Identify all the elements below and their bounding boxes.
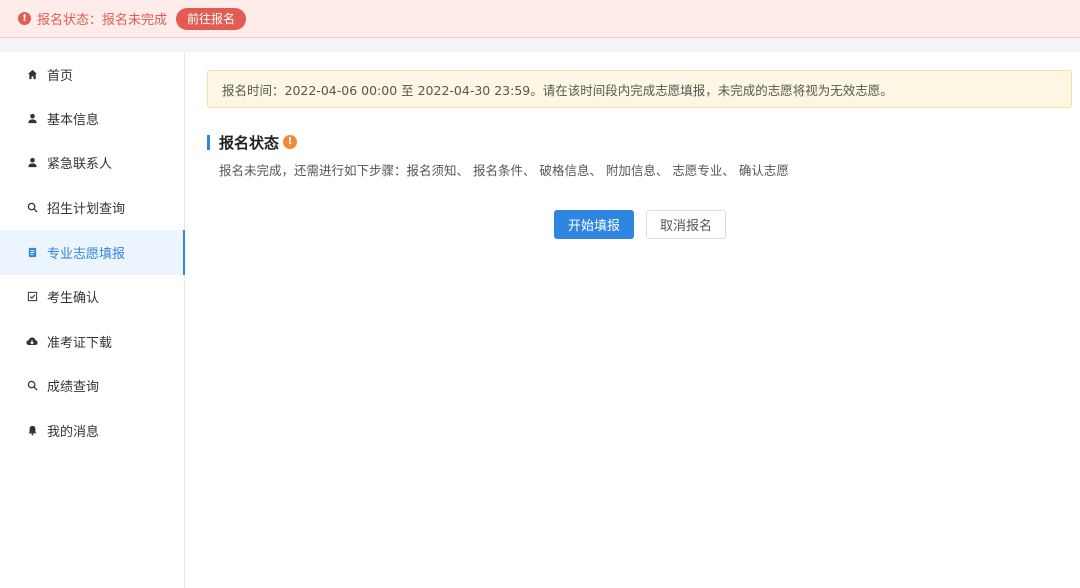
bell-icon	[26, 425, 38, 437]
cloud-download-icon	[26, 336, 38, 348]
start-application-button[interactable]: 开始填报	[554, 210, 634, 239]
section-accent-bar	[207, 135, 210, 150]
top-alert-bar: ! 报名状态：报名未完成 前往报名	[0, 0, 1080, 38]
sidebar-item-basic-info[interactable]: 基本信息	[0, 96, 185, 141]
document-icon	[26, 247, 38, 259]
sidebar-item-label: 我的消息	[47, 425, 100, 440]
sidebar-item-label: 专业志愿填报	[47, 247, 126, 262]
sidebar-item-admission-ticket[interactable]: 准考证下载	[0, 319, 185, 364]
registration-status-text: 报名状态：报名未完成	[37, 13, 168, 28]
home-icon	[26, 69, 38, 81]
exclamation-circle-icon: !	[283, 135, 297, 149]
sidebar-item-label: 考生确认	[47, 291, 100, 306]
sidebar-item-emergency-contact[interactable]: 紧急联系人	[0, 140, 185, 185]
cancel-registration-button[interactable]: 取消报名	[646, 210, 726, 239]
sidebar-item-label: 成绩查询	[47, 380, 100, 395]
exclamation-circle-icon: !	[18, 12, 31, 25]
sidebar-item-my-messages[interactable]: 我的消息	[0, 408, 185, 453]
checkbox-icon	[26, 291, 38, 303]
sidebar-item-candidate-confirm[interactable]: 考生确认	[0, 274, 185, 319]
sidebar-item-major-application[interactable]: 专业志愿填报	[0, 230, 185, 275]
registration-time-notice: 报名时间：2022-04-06 00:00 至 2022-04-30 23:59…	[207, 70, 1072, 108]
search-icon	[26, 380, 38, 392]
remaining-steps-text: 报名未完成，还需进行如下步骤：报名须知、 报名条件、 破格信息、 附加信息、 志…	[219, 163, 789, 178]
sidebar: 首页 基本信息 紧急联系人 招生计划查询 专业志愿填报 考生确认 准考证下载 成…	[0, 52, 185, 588]
go-register-button[interactable]: 前往报名	[176, 7, 247, 30]
search-icon	[26, 202, 38, 214]
notice-text: 报名时间：2022-04-06 00:00 至 2022-04-30 23:59…	[222, 82, 893, 98]
sidebar-item-label: 基本信息	[47, 113, 100, 128]
sidebar-item-label: 招生计划查询	[47, 202, 126, 217]
section-title: 报名状态	[219, 134, 280, 152]
user-icon	[26, 157, 38, 169]
header-gap	[0, 38, 1080, 52]
sidebar-item-enrollment-plan[interactable]: 招生计划查询	[0, 185, 185, 230]
sidebar-item-score-query[interactable]: 成绩查询	[0, 363, 185, 408]
sidebar-item-label: 首页	[47, 69, 74, 84]
sidebar-item-home[interactable]: 首页	[0, 52, 185, 97]
sidebar-item-label: 紧急联系人	[47, 157, 113, 172]
sidebar-item-label: 准考证下载	[47, 336, 113, 351]
user-icon	[26, 113, 38, 125]
